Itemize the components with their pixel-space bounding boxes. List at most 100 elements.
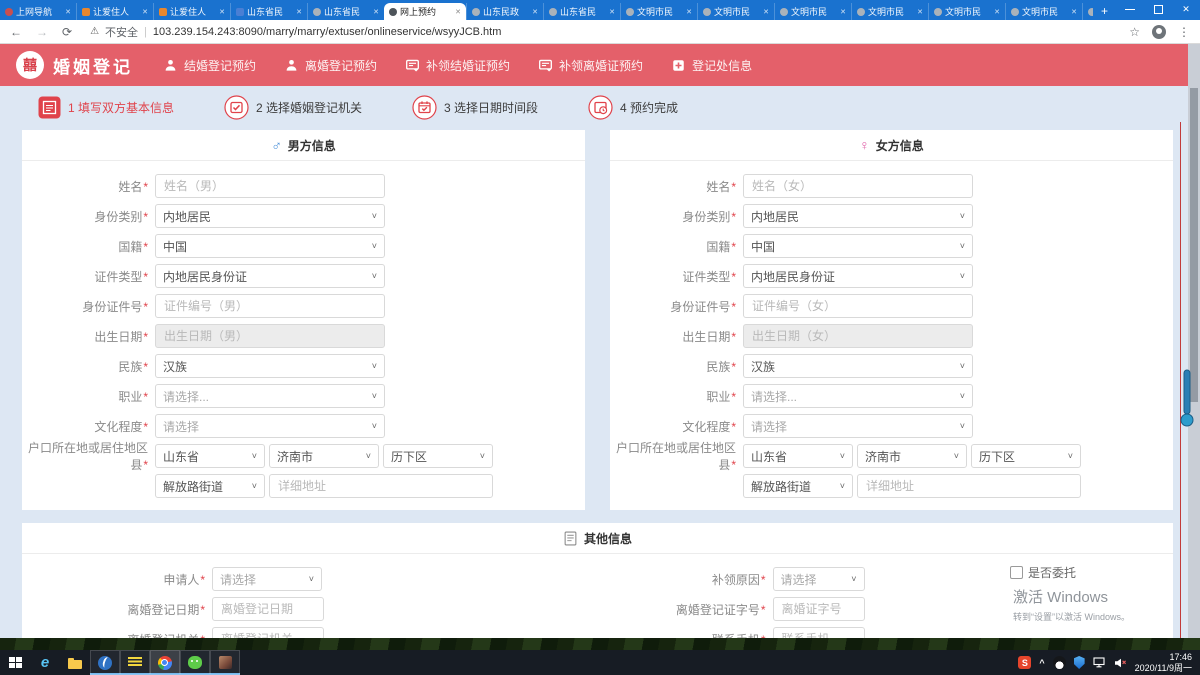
city-select[interactable]: 济南市˅ (857, 444, 967, 468)
tab-close-icon[interactable]: ✕ (65, 8, 71, 16)
bookmark-star-icon[interactable]: ☆ (1129, 25, 1140, 39)
browser-tab[interactable]: 文明市民✕ (1082, 3, 1093, 20)
minimize-button[interactable] (1116, 0, 1144, 18)
chevron-down-icon: ˅ (372, 421, 377, 431)
tab-close-icon[interactable]: ✕ (763, 8, 769, 16)
出生日期-input[interactable] (743, 324, 973, 348)
证件类型-select[interactable]: 内地居民身份证˅ (743, 264, 973, 288)
profile-avatar[interactable] (1152, 25, 1166, 39)
nav-item-reissue-divorce-cert[interactable]: 补领离婚证预约 (538, 57, 643, 74)
globe-taskbar-icon[interactable] (90, 650, 120, 675)
nav-item-reissue-marriage-cert[interactable]: 补领结婚证预约 (405, 57, 510, 74)
申请人-select[interactable]: 请选择˅ (212, 567, 322, 591)
browser-tab[interactable]: 文明市民✕ (774, 3, 851, 20)
wechat-taskbar-icon[interactable] (180, 650, 210, 675)
离婚登记日期-input[interactable] (212, 597, 324, 621)
detail-address-input[interactable] (269, 474, 493, 498)
browser-tab[interactable]: 山东民政✕ (466, 3, 543, 20)
volume-muted-icon[interactable] (1114, 658, 1127, 668)
delegate-checkbox-row[interactable]: 是否委托 (1010, 564, 1076, 581)
离婚登记证字号-input[interactable] (773, 597, 865, 621)
browser-menu-icon[interactable]: ⋮ (1178, 25, 1190, 39)
notes-taskbar-icon[interactable] (120, 650, 150, 675)
职业-select[interactable]: 请选择...˅ (743, 384, 973, 408)
close-window-button[interactable]: ✕ (1172, 0, 1200, 18)
联系手机-input[interactable] (773, 627, 865, 638)
chrome-taskbar-icon[interactable] (150, 650, 180, 675)
tab-close-icon[interactable]: ✕ (917, 8, 923, 16)
国籍-select[interactable]: 中国˅ (743, 234, 973, 258)
city-select[interactable]: 济南市˅ (269, 444, 379, 468)
browser-tab[interactable]: 文明市民✕ (928, 3, 1005, 20)
forward-icon[interactable]: → (36, 25, 48, 39)
street-select[interactable]: 解放路街道˅ (155, 474, 265, 498)
new-tab-button[interactable]: + (1093, 2, 1116, 20)
证件类型-select[interactable]: 内地居民身份证˅ (155, 264, 385, 288)
browser-tab[interactable]: 文明市民✕ (1005, 3, 1082, 20)
ie-taskbar-icon[interactable]: e (30, 650, 60, 675)
tab-close-icon[interactable]: ✕ (455, 8, 461, 16)
tab-close-icon[interactable]: ✕ (296, 8, 302, 16)
province-select[interactable]: 山东省˅ (155, 444, 265, 468)
nav-item-registry-info[interactable]: 登记处信息 (671, 57, 752, 74)
职业-select[interactable]: 请选择...˅ (155, 384, 385, 408)
browser-tab[interactable]: 文明市民✕ (697, 3, 774, 20)
browser-tab[interactable]: 让爱住人✕ (76, 3, 153, 20)
required-asterisk: * (143, 330, 148, 344)
browser-tab[interactable]: 让爱住人✕ (153, 3, 230, 20)
nav-item-marry-appointment[interactable]: 结婚登记预约 (163, 57, 256, 74)
tab-close-icon[interactable]: ✕ (1071, 8, 1077, 16)
omnibox[interactable]: ⚠ 不安全 | 103.239.154.243:8090/marry/marry… (90, 24, 1117, 40)
身份类别-select[interactable]: 内地居民˅ (155, 204, 385, 228)
tab-close-icon[interactable]: ✕ (219, 8, 225, 16)
民族-select[interactable]: 汉族˅ (155, 354, 385, 378)
民族-select[interactable]: 汉族˅ (743, 354, 973, 378)
browser-tab[interactable]: 文明市民✕ (851, 3, 928, 20)
tab-close-icon[interactable]: ✕ (609, 8, 615, 16)
province-select[interactable]: 山东省˅ (743, 444, 853, 468)
身份证件号-input[interactable] (155, 294, 385, 318)
tray-expand-caret[interactable]: ^ (1039, 658, 1044, 668)
姓名-input[interactable] (743, 174, 973, 198)
文化程度-select[interactable]: 请选择˅ (743, 414, 973, 438)
国籍-select[interactable]: 中国˅ (155, 234, 385, 258)
tab-close-icon[interactable]: ✕ (142, 8, 148, 16)
detail-address-input[interactable] (857, 474, 1081, 498)
delegate-checkbox[interactable] (1010, 566, 1023, 579)
tab-close-icon[interactable]: ✕ (686, 8, 692, 16)
browser-tab[interactable]: 山东省民✕ (543, 3, 620, 20)
browser-tab[interactable]: 山东省民✕ (230, 3, 307, 20)
scrollbar-thumb[interactable] (1190, 88, 1198, 402)
media-taskbar-icon[interactable] (210, 650, 240, 675)
sogou-tray-icon[interactable]: S (1018, 656, 1031, 669)
taskbar-clock[interactable]: 17:462020/11/9周一 (1135, 652, 1192, 674)
back-icon[interactable]: ← (10, 25, 22, 39)
出生日期-input[interactable] (155, 324, 385, 348)
browser-tab[interactable]: 网上预约✕ (384, 3, 466, 20)
补领原因-select[interactable]: 请选择˅ (773, 567, 865, 591)
nav-item-divorce-appointment[interactable]: 离婚登记预约 (284, 57, 377, 74)
street-select[interactable]: 解放路街道˅ (743, 474, 853, 498)
身份类别-select[interactable]: 内地居民˅ (743, 204, 973, 228)
district-select[interactable]: 历下区˅ (971, 444, 1081, 468)
browser-tab[interactable]: 上网导航✕ (0, 3, 76, 20)
maximize-button[interactable] (1144, 0, 1172, 18)
field-controls: 内地居民˅ (155, 204, 385, 228)
browser-tab[interactable]: 山东省民✕ (307, 3, 384, 20)
browser-tab[interactable]: 文明市民✕ (620, 3, 697, 20)
tab-close-icon[interactable]: ✕ (840, 8, 846, 16)
security-shield-icon[interactable] (1074, 656, 1085, 669)
qq-tray-icon[interactable] (1053, 656, 1066, 669)
离婚登记机关-input[interactable] (212, 627, 324, 638)
姓名-input[interactable] (155, 174, 385, 198)
tab-close-icon[interactable]: ✕ (373, 8, 379, 16)
tab-close-icon[interactable]: ✕ (994, 8, 1000, 16)
tab-close-icon[interactable]: ✕ (532, 8, 538, 16)
文化程度-select[interactable]: 请选择˅ (155, 414, 385, 438)
start-button[interactable] (0, 650, 30, 675)
身份证件号-input[interactable] (743, 294, 973, 318)
network-tray-icon[interactable] (1093, 657, 1106, 668)
explorer-taskbar-icon[interactable] (60, 650, 90, 675)
reload-icon[interactable]: ⟳ (62, 25, 72, 39)
district-select[interactable]: 历下区˅ (383, 444, 493, 468)
